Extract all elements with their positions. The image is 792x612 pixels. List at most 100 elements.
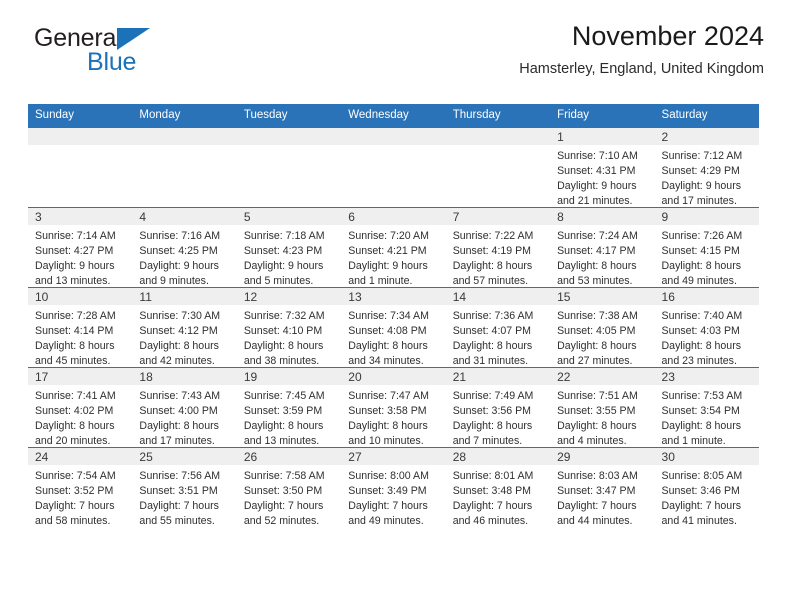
day-details: Sunrise: 7:58 AM Sunset: 3:50 PM Daylight:…: [237, 465, 341, 530]
calendar-day-cell[interactable]: 13 Sunrise: 7:34 AM Sunset: 4:08 PM Dayligh…: [341, 286, 446, 368]
calendar-day-cell[interactable]: [236, 127, 342, 208]
day-number: 6: [341, 207, 446, 225]
calendar-day-cell[interactable]: 18 Sunrise: 7:43 AM Sunset: 4:00 PM Dayligh…: [132, 366, 237, 448]
day-number: 29: [550, 447, 655, 465]
calendar-day-cell[interactable]: 3 Sunrise: 7:14 AM Sunset: 4:27 PM Daylight…: [28, 206, 133, 290]
sunrise-text: Sunrise: 7:14 AM: [35, 229, 116, 242]
sunrise-text: Sunrise: 7:18 AM: [243, 229, 325, 242]
sunset-text: Sunset: 4:14 PM: [35, 324, 114, 337]
calendar-week-row: 3 Sunrise: 7:14 AM Sunset: 4:27 PM Daylight…: [28, 206, 759, 290]
calendar-day-cell[interactable]: 20 Sunrise: 7:47 AM Sunset: 3:58 PM Dayligh…: [341, 366, 446, 450]
calendar-day-cell[interactable]: 9 Sunrise: 7:26 AM Sunset: 4:15 PM Daylight…: [654, 206, 759, 288]
calendar-day-cell[interactable]: 11 Sunrise: 7:30 AM Sunset: 4:12 PM Dayligh…: [132, 286, 237, 370]
day-number: 10: [28, 287, 133, 305]
day-cell: 25 Sunrise: 7:56 AM Sunset: 3:51 PM Dayligh…: [132, 447, 237, 527]
sunset-text: Sunset: 3:48 PM: [452, 484, 532, 497]
sunrise-text: Sunrise: 7:47 AM: [348, 389, 429, 402]
calendar-day-cell[interactable]: 15 Sunrise: 7:38 AM Sunset: 4:05 PM Dayligh…: [550, 286, 655, 368]
day-number: 15: [550, 287, 655, 305]
calendar-day-cell[interactable]: 25 Sunrise: 7:56 AM Sunset: 3:51 PM Dayligh…: [132, 446, 237, 527]
day-details: Sunrise: 7:49 AM Sunset: 3:56 PM Daylight:…: [446, 385, 550, 450]
sunset-text: Sunset: 3:58 PM: [348, 404, 427, 417]
calendar-day-cell[interactable]: 17 Sunrise: 7:41 AM Sunset: 4:02 PM Dayligh…: [28, 366, 133, 448]
calendar-day-cell[interactable]: 8 Sunrise: 7:24 AM Sunset: 4:17 PM Daylight…: [550, 206, 655, 288]
calendar-day-cell[interactable]: 2 Sunrise: 7:12 AM Sunset: 4:29 PM Daylight…: [654, 127, 759, 208]
daylight-text-line1: Daylight: 8 hours: [452, 259, 533, 272]
sunset-text: Sunset: 4:10 PM: [243, 324, 323, 337]
day-details: Sunrise: 7:18 AM Sunset: 4:23 PM Daylight:…: [237, 225, 341, 290]
day-number: 28: [445, 447, 551, 465]
calendar-day-cell[interactable]: 24 Sunrise: 7:54 AM Sunset: 3:52 PM Dayligh…: [28, 446, 133, 530]
daylight-text-line1: Daylight: 8 hours: [661, 419, 742, 432]
calendar-day-cell[interactable]: 21 Sunrise: 7:49 AM Sunset: 3:56 PM Dayligh…: [445, 366, 551, 450]
daylight-text-line1: Daylight: 9 hours: [243, 259, 324, 272]
day-cell: 20 Sunrise: 7:47 AM Sunset: 3:58 PM Dayligh…: [341, 367, 446, 450]
day-cell: 16 Sunrise: 7:40 AM Sunset: 4:03 PM Dayligh…: [654, 287, 759, 367]
calendar-day-cell[interactable]: 27 Sunrise: 8:00 AM Sunset: 3:49 PM Dayligh…: [341, 446, 446, 530]
daylight-text-line1: Daylight: 7 hours: [35, 499, 115, 512]
calendar-day-cell[interactable]: 12 Sunrise: 7:32 AM Sunset: 4:10 PM Dayligh…: [236, 286, 342, 368]
calendar-day-cell[interactable]: [445, 127, 551, 208]
sunrise-text: Sunrise: 8:01 AM: [452, 469, 534, 482]
sunrise-text: Sunrise: 7:38 AM: [557, 309, 638, 322]
general-blue-logo[interactable]: General Blue: [28, 26, 258, 82]
day-cell-empty: [445, 127, 551, 207]
day-cell-empty: [236, 127, 342, 207]
sunset-text: Sunset: 3:46 PM: [661, 484, 740, 497]
calendar-day-cell[interactable]: 28 Sunrise: 8:01 AM Sunset: 3:48 PM Dayligh…: [445, 446, 551, 527]
calendar-day-cell[interactable]: [132, 127, 237, 208]
day-number: 26: [236, 447, 342, 465]
calendar-day-cell[interactable]: 10 Sunrise: 7:28 AM Sunset: 4:14 PM Dayligh…: [28, 286, 133, 368]
sunset-text: Sunset: 3:56 PM: [452, 404, 532, 417]
day-number: 17: [28, 367, 133, 385]
calendar-day-cell[interactable]: 7 Sunrise: 7:22 AM Sunset: 4:19 PM Daylight…: [445, 206, 551, 288]
day-details: Sunrise: 7:53 AM Sunset: 3:54 PM Daylight:…: [655, 385, 759, 450]
day-cell: 5 Sunrise: 7:18 AM Sunset: 4:23 PM Daylight…: [236, 207, 342, 290]
daylight-text-line1: Daylight: 8 hours: [452, 419, 533, 432]
calendar-header-row: Sunday Monday Tuesday Wednesday Thursday…: [28, 104, 759, 128]
daylight-text-line2: and 44 minutes.: [557, 515, 633, 528]
sunset-text: Sunset: 4:27 PM: [35, 244, 114, 257]
logo-triangle-icon: [117, 28, 150, 50]
calendar-day-cell[interactable]: 23 Sunrise: 7:53 AM Sunset: 3:54 PM Dayligh…: [654, 366, 759, 450]
calendar-day-cell[interactable]: 19 Sunrise: 7:45 AM Sunset: 3:59 PM Dayligh…: [236, 366, 342, 448]
sunset-text: Sunset: 4:12 PM: [139, 324, 218, 337]
day-details: Sunrise: 7:47 AM Sunset: 3:58 PM Daylight:…: [341, 385, 445, 450]
calendar-day-cell[interactable]: 22 Sunrise: 7:51 AM Sunset: 3:55 PM Dayligh…: [550, 366, 655, 448]
day-cell: 10 Sunrise: 7:28 AM Sunset: 4:14 PM Dayligh…: [28, 287, 133, 367]
sunset-text: Sunset: 3:49 PM: [348, 484, 427, 497]
day-number: 18: [132, 367, 237, 385]
sunset-text: Sunset: 4:31 PM: [557, 164, 636, 177]
day-cell: 9 Sunrise: 7:26 AM Sunset: 4:15 PM Daylight…: [654, 207, 759, 287]
sunrise-text: Sunrise: 7:40 AM: [661, 309, 743, 322]
calendar-day-cell[interactable]: 30 Sunrise: 8:05 AM Sunset: 3:46 PM Dayligh…: [654, 446, 759, 530]
sunrise-text: Sunrise: 7:34 AM: [348, 309, 429, 322]
calendar-day-cell[interactable]: 14 Sunrise: 7:36 AM Sunset: 4:07 PM Dayligh…: [445, 286, 551, 368]
calendar-week-row: 17 Sunrise: 7:41 AM Sunset: 4:02 PM Dayligh…: [28, 366, 759, 450]
calendar-day-cell[interactable]: [341, 127, 446, 208]
sunset-text: Sunset: 4:07 PM: [452, 324, 532, 337]
calendar-day-cell[interactable]: 29 Sunrise: 8:03 AM Sunset: 3:47 PM Dayligh…: [550, 446, 655, 528]
calendar-day-cell[interactable]: 16 Sunrise: 7:40 AM Sunset: 4:03 PM Dayligh…: [654, 286, 759, 368]
sunrise-text: Sunrise: 7:10 AM: [557, 149, 638, 162]
sunrise-text: Sunrise: 8:05 AM: [661, 469, 743, 482]
day-details: Sunrise: 7:30 AM Sunset: 4:12 PM Daylight:…: [132, 305, 236, 370]
daylight-text-line2: and 41 minutes.: [661, 515, 737, 528]
calendar-day-cell[interactable]: [28, 127, 133, 208]
day-details: Sunrise: 7:54 AM Sunset: 3:52 PM Daylight:…: [28, 465, 132, 530]
sunrise-text: Sunrise: 7:26 AM: [661, 229, 743, 242]
daylight-text-line1: Daylight: 7 hours: [348, 499, 428, 512]
day-number: 8: [550, 207, 655, 225]
calendar-day-cell[interactable]: 1 Sunrise: 7:10 AM Sunset: 4:31 PM Daylight…: [550, 127, 655, 208]
day-details: Sunrise: 8:00 AM Sunset: 3:49 PM Daylight:…: [341, 465, 445, 530]
calendar-day-cell[interactable]: 4 Sunrise: 7:16 AM Sunset: 4:25 PM Daylight…: [132, 206, 237, 288]
calendar-day-cell[interactable]: 6 Sunrise: 7:20 AM Sunset: 4:21 PM Daylight…: [341, 206, 446, 288]
day-details: Sunrise: 8:05 AM Sunset: 3:46 PM Daylight:…: [655, 465, 759, 530]
day-cell: 21 Sunrise: 7:49 AM Sunset: 3:56 PM Dayligh…: [445, 367, 551, 450]
calendar-day-cell[interactable]: 26 Sunrise: 7:58 AM Sunset: 3:50 PM Dayligh…: [236, 446, 342, 530]
sunset-text: Sunset: 3:54 PM: [661, 404, 740, 417]
day-number: 9: [654, 207, 759, 225]
calendar-day-cell[interactable]: 5 Sunrise: 7:18 AM Sunset: 4:23 PM Daylight…: [236, 206, 342, 290]
daylight-text-line1: Daylight: 8 hours: [661, 339, 742, 352]
day-details: Sunrise: 7:14 AM Sunset: 4:27 PM Daylight:…: [28, 225, 132, 290]
